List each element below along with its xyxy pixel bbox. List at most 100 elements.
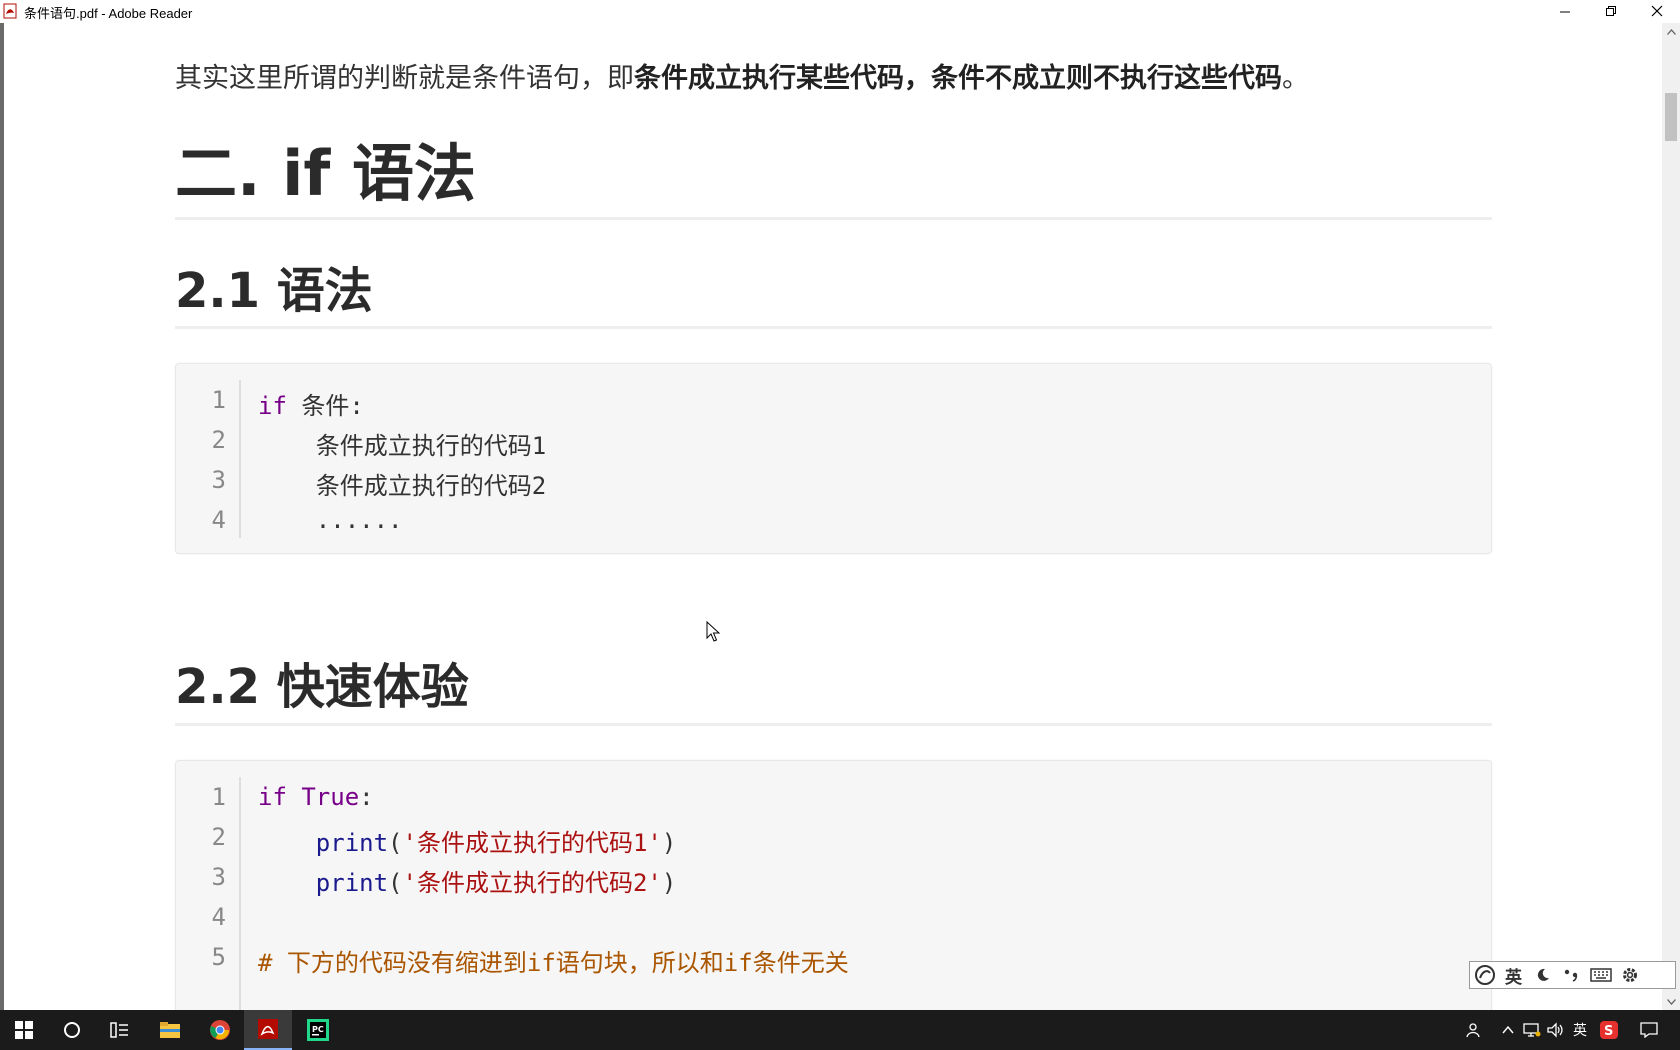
adobe-reader-button[interactable] — [244, 1010, 292, 1050]
window-title: 条件语句.pdf - Adobe Reader — [24, 6, 193, 21]
document-viewport[interactable]: 其实这里所谓的判断就是条件语句，即条件成立执行某些代码，条件不成立则不执行这些代… — [0, 23, 1662, 1010]
chevron-up-icon — [1666, 28, 1676, 35]
keyboard-icon[interactable] — [1586, 962, 1615, 988]
string-literal: '条件成立执行的代码2' — [402, 869, 662, 897]
heading-syntax: 2.1 语法 — [175, 263, 373, 319]
cortana-search-icon — [64, 1022, 80, 1038]
notification-icon — [1640, 1022, 1658, 1038]
code-text: ) — [661, 829, 677, 857]
chrome-button[interactable] — [196, 1010, 244, 1050]
line-number: 4 — [211, 903, 226, 931]
intro-end-text: 。 — [1282, 63, 1309, 94]
input-language-indicator[interactable]: 英 — [1568, 1010, 1592, 1050]
scroll-down-button[interactable] — [1662, 993, 1680, 1010]
code-block-syntax[interactable]: 1 2 3 4 if 条件: 条件成立执行的代码1 条件成立执行的代码2 ...… — [175, 363, 1492, 554]
show-hidden-icons-button[interactable] — [1498, 1010, 1518, 1050]
windows-start-icon — [15, 1021, 33, 1039]
close-button[interactable] — [1634, 0, 1680, 22]
line-number: 2 — [211, 823, 226, 851]
pycharm-button[interactable]: PC — [294, 1010, 342, 1050]
taskbar: PC 英 S — [0, 1010, 1680, 1050]
code-comment: # 下方的代码没有缩进到if语句块，所以和if条件无关 — [258, 949, 849, 977]
intro-paragraph: 其实这里所谓的判断就是条件语句，即条件成立执行某些代码，条件不成立则不执行这些代… — [175, 56, 1309, 95]
intro-bold-text: 条件成立执行某些代码，条件不成立则不执行这些代码 — [634, 63, 1282, 94]
line-number: 3 — [211, 863, 226, 891]
function-print: print — [315, 829, 389, 857]
volume-button[interactable] — [1544, 1010, 1568, 1050]
moon-icon[interactable] — [1528, 962, 1557, 988]
task-view-icon — [110, 1022, 128, 1038]
line-number: 1 — [211, 783, 226, 811]
function-print: print — [315, 869, 389, 897]
heading-quick-experience: 2.2 快速体验 — [175, 659, 469, 715]
code-text: : — [359, 783, 374, 811]
heading-divider — [175, 723, 1492, 726]
line-number: 1 — [211, 386, 226, 414]
pdf-file-icon — [3, 3, 17, 19]
string-literal: '条件成立执行的代码1' — [402, 829, 662, 857]
minimize-button[interactable] — [1542, 0, 1588, 22]
ime-toolbar: 英 — [1469, 961, 1676, 989]
action-center-button[interactable] — [1634, 1010, 1664, 1050]
gutter-divider — [239, 380, 241, 538]
sogou-logo-icon[interactable] — [1470, 962, 1499, 988]
scroll-up-button[interactable] — [1662, 23, 1680, 40]
code-text: 条件: — [286, 392, 364, 420]
pycharm-icon: PC — [307, 1019, 329, 1041]
vertical-scrollbar[interactable] — [1662, 23, 1680, 1010]
pdf-page: 其实这里所谓的判断就是条件语句，即条件成立执行某些代码，条件不成立则不执行这些代… — [4, 23, 1662, 1010]
svg-text:PC: PC — [312, 1025, 324, 1034]
keyword-if: if — [258, 783, 287, 811]
minimize-icon — [1559, 11, 1570, 12]
sogou-s-icon: S — [1600, 1021, 1618, 1039]
code-line: 条件成立执行的代码1 — [258, 432, 547, 460]
file-explorer-icon — [160, 1022, 180, 1038]
chrome-icon — [210, 1020, 230, 1040]
heading-divider — [175, 217, 1492, 220]
code-line: if 条件: — [258, 386, 364, 421]
adobe-reader-icon — [258, 1019, 278, 1039]
code-line: ...... — [258, 506, 403, 534]
restore-icon — [1605, 5, 1616, 16]
code-text: ( — [388, 829, 403, 857]
volume-icon — [1547, 1022, 1563, 1038]
keyword-if: if — [258, 392, 287, 420]
people-button[interactable] — [1462, 1010, 1486, 1050]
start-button[interactable] — [0, 1010, 48, 1050]
code-text: ( — [388, 869, 403, 897]
code-text: ) — [661, 869, 677, 897]
chevron-up-icon — [1502, 1026, 1514, 1034]
line-number: 3 — [211, 466, 226, 494]
code-line: if True: — [258, 783, 374, 811]
file-explorer-button[interactable] — [146, 1010, 194, 1050]
line-number: 5 — [211, 943, 226, 971]
svg-text:S: S — [1604, 1024, 1613, 1039]
close-icon — [1651, 5, 1663, 17]
line-number: 4 — [211, 506, 226, 534]
intro-plain-text: 其实这里所谓的判断就是条件语句，即 — [175, 63, 634, 94]
scroll-thumb[interactable] — [1665, 93, 1677, 141]
network-icon — [1523, 1023, 1541, 1037]
keyword-true: True — [286, 783, 360, 811]
ime-lang-toggle[interactable]: 英 — [1499, 962, 1528, 988]
sogou-tray-button[interactable]: S — [1596, 1010, 1622, 1050]
code-line: 条件成立执行的代码2 — [258, 472, 547, 500]
network-button[interactable] — [1520, 1010, 1544, 1050]
punctuation-icon[interactable] — [1557, 962, 1586, 988]
title-bar: 条件语句.pdf - Adobe Reader — [0, 0, 1680, 24]
chevron-down-icon — [1666, 998, 1676, 1005]
gear-icon[interactable] — [1615, 962, 1644, 988]
heading-divider — [175, 326, 1492, 329]
mouse-cursor-icon — [706, 621, 720, 642]
cortana-search-button[interactable] — [48, 1010, 96, 1050]
code-block-example[interactable]: 1 2 3 4 5 if True: print('条件成立执行的代码1') p… — [175, 760, 1492, 1010]
gutter-divider — [239, 777, 241, 1010]
task-view-button[interactable] — [96, 1010, 144, 1050]
line-number: 2 — [211, 426, 226, 454]
code-line: print('条件成立执行的代码2') — [258, 863, 677, 898]
restore-button[interactable] — [1588, 0, 1634, 22]
people-icon — [1466, 1023, 1480, 1038]
code-line: print('条件成立执行的代码1') — [258, 823, 677, 858]
